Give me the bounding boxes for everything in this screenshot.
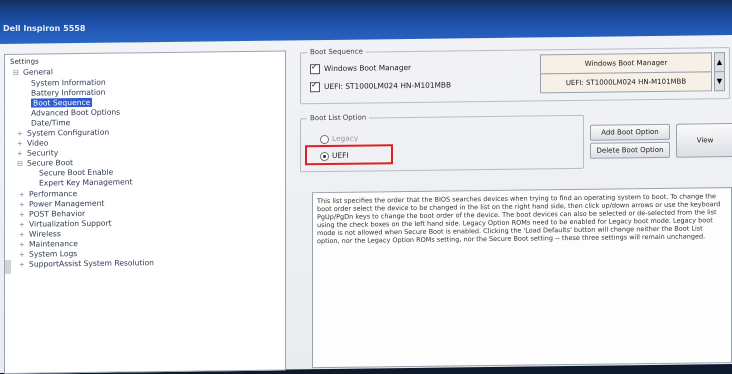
left-scroll-handle[interactable] [5,259,11,274]
window-title: Dell Inspiron 5558 [3,24,86,33]
boot-list-option-caption: Boot List Option [307,113,370,123]
legacy-radio[interactable] [320,134,329,145]
tree-item-post-behavior[interactable]: + POST Behavior [19,209,85,219]
tree-item-date-time[interactable]: Date/Time [31,118,70,127]
tree-item-secure-boot[interactable]: ⊟ Secure Boot [17,158,73,168]
tree-item-performance[interactable]: + Performance [19,189,77,199]
tree-item-supportassist[interactable]: + SupportAssist System Resolution [19,258,154,269]
tree-item-expert-key-management[interactable]: Expert Key Management [39,177,133,187]
tree-item-virtualization-support[interactable]: + Virtualization Support [19,219,112,229]
tree-item-system-information[interactable]: System Information [31,78,106,88]
uefi-disk-checkbox[interactable] [310,82,320,93]
move-up-icon[interactable]: ▲ [714,52,725,73]
tree-item-system-logs[interactable]: + System Logs [19,249,77,259]
add-boot-option-button[interactable]: Add Boot Option [590,123,670,141]
bios-screen: Settings ⊟ General System Information Bat… [0,35,732,374]
legacy-label: Legacy [332,133,359,143]
delete-boot-option-button[interactable]: Delete Boot Option [590,141,670,159]
tree-item-maintenance[interactable]: + Maintenance [19,239,78,249]
tree-item-battery-information[interactable]: Battery Information [31,88,105,98]
view-button[interactable]: View [676,123,732,158]
uefi-disk-label: UEFI: ST1000LM024 HN-M101MBB [324,80,452,92]
tree-item-wireless[interactable]: + Wireless [19,229,61,239]
move-down-icon[interactable]: ▼ [714,71,725,92]
tree-item-advanced-boot-options[interactable]: Advanced Boot Options [31,108,120,118]
boot-sequence-caption: Boot Sequence [307,47,366,57]
settings-tree[interactable]: Settings ⊟ General System Information Bat… [4,50,286,374]
tree-item-power-management[interactable]: + Power Management [19,199,104,209]
windows-boot-manager-label: Windows Boot Manager [324,62,412,74]
tree-item-boot-sequence[interactable]: Boot Sequence [31,97,93,108]
uefi-highlight-box [305,144,393,166]
windows-boot-manager-checkbox[interactable] [310,64,320,75]
tree-item-video[interactable]: + Video [17,138,48,147]
tree-item-secure-boot-enable[interactable]: Secure Boot Enable [39,168,113,178]
boot-order-item-2[interactable]: UEFI: ST1000LM024 HN-M101MBB [540,71,712,94]
tree-item-system-configuration[interactable]: + System Configuration [17,128,109,138]
description-panel: This list specifies the order that the B… [312,187,732,369]
tree-item-security[interactable]: + Security [17,148,58,158]
tree-header: Settings [10,57,39,66]
tree-item-general[interactable]: ⊟ General [13,67,53,76]
